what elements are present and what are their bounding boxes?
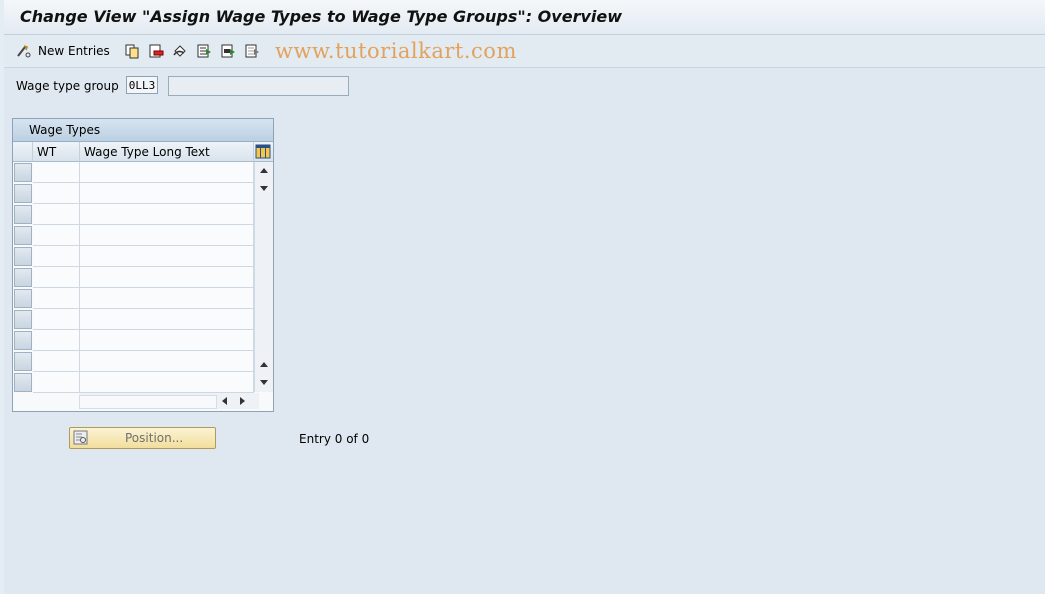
- horizontal-scroll-track[interactable]: [79, 395, 217, 409]
- select-all-button[interactable]: [196, 42, 212, 60]
- wage-type-group-label: Wage type group: [16, 79, 119, 93]
- table-cell-wt[interactable]: [33, 267, 80, 288]
- table-cell-wt[interactable]: [33, 288, 80, 309]
- position-button-label: Position...: [125, 431, 184, 445]
- position-button[interactable]: Position...: [69, 427, 216, 449]
- table-cell-long-text: [80, 309, 254, 330]
- scroll-page-down-icon[interactable]: [260, 380, 268, 385]
- table-cell-long-text: [80, 267, 254, 288]
- table-cell-wt[interactable]: [33, 372, 80, 393]
- pencil-glasses-icon: [16, 43, 32, 59]
- table-cell-long-text: [80, 330, 254, 351]
- select-block-icon: [220, 43, 236, 59]
- new-entries-label: New Entries: [38, 44, 110, 58]
- row-selector[interactable]: [14, 226, 32, 245]
- title-bar: Change View "Assign Wage Types to Wage T…: [4, 0, 1045, 35]
- wage-types-table: Wage Types WT Wage Type Long Text: [12, 118, 274, 412]
- deselect-all-icon: [244, 43, 260, 59]
- undo-icon: [172, 43, 188, 59]
- table-cell-long-text: [80, 372, 254, 393]
- table-cell-long-text: [80, 204, 254, 225]
- wage-type-group-description-field: [168, 76, 349, 96]
- scroll-down-icon[interactable]: [260, 186, 268, 191]
- table-cell-wt[interactable]: [33, 330, 80, 351]
- scroll-page-up-icon[interactable]: [260, 362, 268, 367]
- undo-button[interactable]: [172, 42, 188, 60]
- row-selector[interactable]: [14, 268, 32, 287]
- application-toolbar: New Entries www.tutorialkart.com: [4, 35, 1045, 68]
- column-header-long-text-label: Wage Type Long Text: [84, 145, 210, 159]
- watermark-text: www.tutorialkart.com: [275, 39, 517, 63]
- position-icon: [73, 430, 88, 445]
- column-settings-icon: [255, 144, 271, 159]
- row-selector[interactable]: [14, 184, 32, 203]
- row-selector[interactable]: [14, 205, 32, 224]
- table-cell-long-text: [80, 162, 254, 183]
- select-block-button[interactable]: [220, 42, 236, 60]
- table-title: Wage Types: [29, 123, 101, 137]
- table-cell-wt[interactable]: [33, 162, 80, 183]
- new-entries-button[interactable]: New Entries: [16, 42, 110, 60]
- table-settings-button[interactable]: [254, 142, 273, 162]
- table-cell-wt[interactable]: [33, 351, 80, 372]
- select-all-icon: [196, 43, 212, 59]
- table-cell-wt[interactable]: [33, 225, 80, 246]
- column-header-wt-label: WT: [37, 145, 57, 159]
- row-selector[interactable]: [14, 247, 32, 266]
- row-selector[interactable]: [14, 310, 32, 329]
- column-header-wt[interactable]: WT: [33, 142, 80, 162]
- scroll-up-icon[interactable]: [260, 168, 268, 173]
- scroll-right-icon[interactable]: [240, 397, 245, 405]
- select-all-rows-header[interactable]: [13, 142, 33, 162]
- table-cell-long-text: [80, 288, 254, 309]
- delete-icon: [148, 43, 164, 59]
- table-cell-long-text: [80, 246, 254, 267]
- row-selector[interactable]: [14, 352, 32, 371]
- table-title-bar: Wage Types: [13, 119, 273, 142]
- page-title: Change View "Assign Wage Types to Wage T…: [20, 7, 622, 26]
- table-cell-long-text: [80, 225, 254, 246]
- wage-type-group-field[interactable]: 0LL3: [126, 76, 158, 94]
- table-cell-wt[interactable]: [33, 309, 80, 330]
- horizontal-scrollbar[interactable]: [79, 393, 259, 409]
- table-cell-long-text: [80, 351, 254, 372]
- entry-count: Entry 0 of 0: [299, 432, 370, 446]
- row-selector[interactable]: [14, 163, 32, 182]
- vertical-scrollbar[interactable]: [254, 162, 273, 392]
- column-header-long-text[interactable]: Wage Type Long Text: [80, 142, 254, 162]
- row-selector[interactable]: [14, 331, 32, 350]
- row-selector[interactable]: [14, 289, 32, 308]
- table-cell-long-text: [80, 183, 254, 204]
- scroll-left-icon[interactable]: [222, 397, 227, 405]
- table-cell-wt[interactable]: [33, 183, 80, 204]
- row-selector[interactable]: [14, 373, 32, 392]
- table-cell-wt[interactable]: [33, 246, 80, 267]
- table-cell-wt[interactable]: [33, 204, 80, 225]
- copy-icon: [124, 43, 140, 59]
- delete-button[interactable]: [148, 42, 164, 60]
- deselect-all-button[interactable]: [244, 42, 260, 60]
- copy-button[interactable]: [124, 42, 140, 60]
